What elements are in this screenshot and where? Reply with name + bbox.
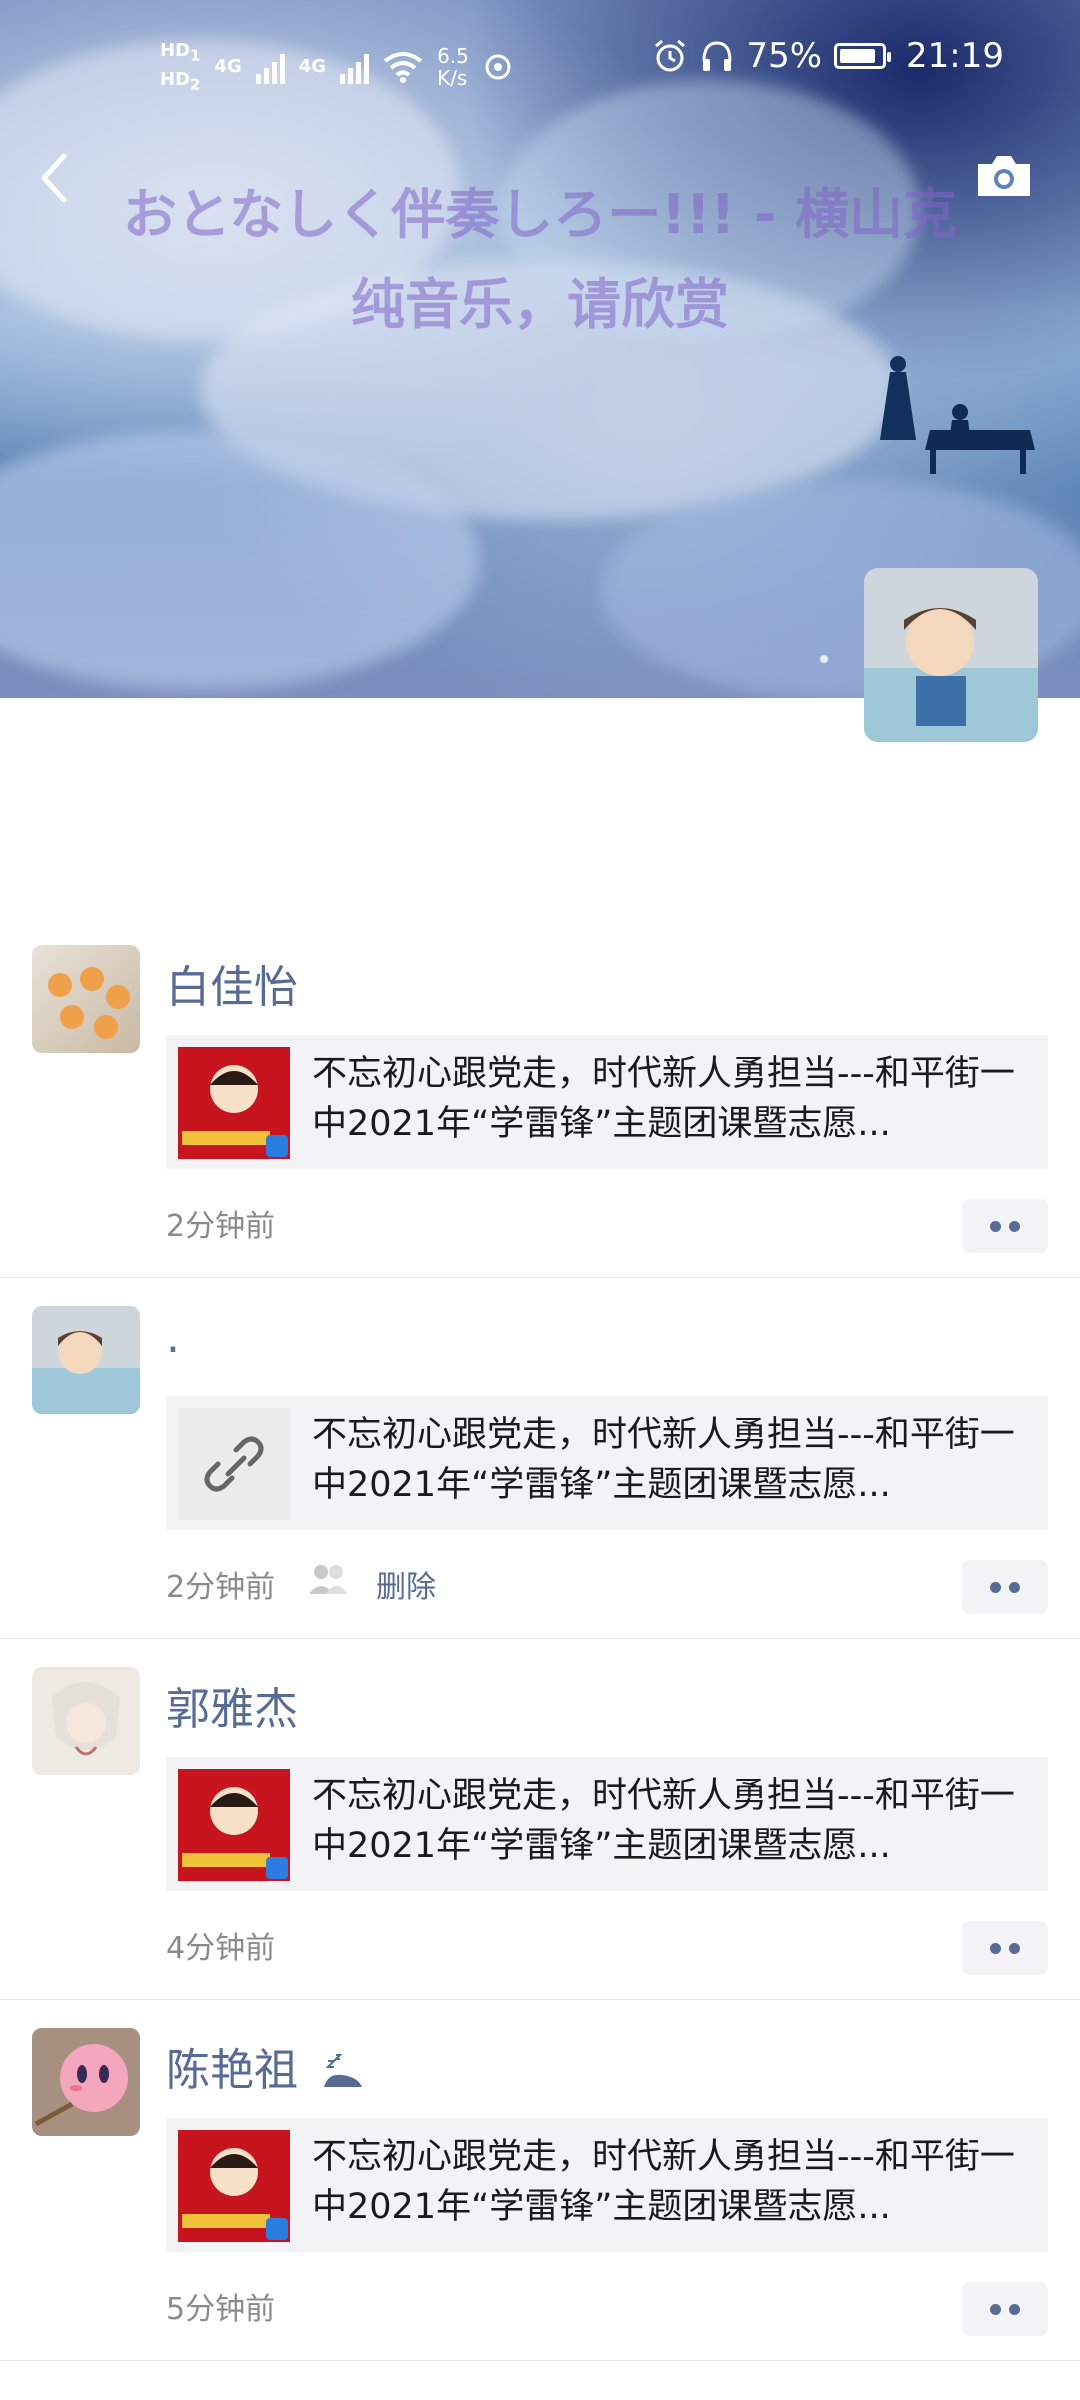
network-type-1: 4G [214,56,242,78]
sync-icon [485,54,511,80]
alarm-icon [655,39,686,72]
link-thumbnail [178,1408,290,1520]
status-left: HD1 HD2 4G 4G 6.5 K/s [160,40,513,93]
moments-feed: 白佳怡 不忘初心跟党走，时代新人勇担当---和平街一中2021年“学雷锋”主题团… [0,917,1080,2361]
post-author-name-text: 陈艳祖 [166,2045,298,2096]
violinist-silhouette [880,356,916,440]
network-type-2: 4G [298,56,327,78]
more-dots-icon[interactable] [962,1921,1048,1975]
shared-link-thumbnail [178,1769,290,1881]
thumbnail-art [178,1047,290,1159]
shared-link-card[interactable]: 不忘初心跟党走，时代新人勇担当---和平街一中2021年“学雷锋”主题团课暨志愿… [166,1035,1048,1169]
thumbnail-art [178,1769,290,1881]
post-time: 4分钟前 [166,1931,276,1966]
battery-icon [834,43,892,69]
post-time: 2分钟前 [166,1570,276,1605]
shared-link-thumbnail [178,1047,290,1159]
post-time: 5分钟前 [166,2292,276,2327]
page-indicator-dot [820,655,828,663]
more-dots-icon[interactable] [962,1560,1048,1614]
avatar[interactable] [32,1667,140,1775]
net-speed-value: 6.5 [437,43,469,68]
hd2-label: HD [160,68,191,90]
post-author-name[interactable]: 郭雅杰 [166,1673,298,1737]
hd2-sub: 2 [190,75,201,94]
sleep-icon [324,2054,362,2087]
song-subtitle: 纯音乐，请欣赏 [351,273,729,336]
status-right: 75% 21:19 [652,36,1004,76]
profile-avatar[interactable] [864,568,1038,742]
shared-link-title: 不忘初心跟党走，时代新人勇担当---和平街一中2021年“学雷锋”主题团课暨志愿… [312,2137,1015,2227]
more-dots-icon[interactable] [962,1199,1048,1253]
moment-post: 郭雅杰 不忘初心跟党走，时代新人勇担当---和平街一中2021年“学雷锋”主题团… [0,1639,1080,2000]
signal-2-icon [340,50,370,84]
more-dots-icon[interactable] [962,2282,1048,2336]
moment-post: 陈艳祖 不忘初心跟党走，时代新人勇担当---和平街一中2021年“学雷锋”主题团… [0,2000,1080,2361]
hd-indicators: HD1 HD2 [160,40,200,93]
net-speed-unit: K/s [437,65,468,90]
shared-link-title: 不忘初心跟党走，时代新人勇担当---和平街一中2021年“学雷锋”主题团课暨志愿… [312,1415,1015,1505]
shared-link-thumbnail [178,2130,290,2242]
shared-link-card[interactable]: 不忘初心跟党走，时代新人勇担当---和平街一中2021年“学雷锋”主题团课暨志愿… [166,1757,1048,1891]
link-icon [204,1436,264,1492]
avatar-image [32,2028,140,2136]
status-bar: HD1 HD2 4G 4G 6.5 K/s 75% 21:19 [0,36,1080,96]
thumbnail-art [178,2130,290,2242]
post-author-name[interactable]: 白佳怡 [166,951,298,1015]
post-author-name[interactable]: 陈艳祖 [166,2034,366,2098]
shared-link-title: 不忘初心跟党走，时代新人勇担当---和平街一中2021年“学雷锋”主题团课暨志愿… [312,1776,1015,1866]
avatar-image [32,1667,140,1775]
shared-link-card[interactable]: 不忘初心跟党走，时代新人勇担当---和平街一中2021年“学雷锋”主题团课暨志愿… [166,1396,1048,1530]
shared-link-card[interactable]: 不忘初心跟党走，时代新人勇担当---和平街一中2021年“学雷锋”主题团课暨志愿… [166,2118,1048,2252]
profile-avatar-art [864,568,1038,742]
moment-post: 白佳怡 不忘初心跟党走，时代新人勇担当---和平街一中2021年“学雷锋”主题团… [0,917,1080,1278]
avatar[interactable] [32,2028,140,2136]
hd1-sub: 1 [190,46,201,65]
privacy-icon[interactable] [306,1562,350,1596]
avatar[interactable] [32,1306,140,1414]
clock-time: 21:19 [906,36,1004,76]
shared-link-title: 不忘初心跟党走，时代新人勇担当---和平街一中2021年“学雷锋”主题团课暨志愿… [312,1054,1015,1144]
song-title[interactable]: おとなしく伴奏しろー!!! - 横山克 [0,170,1080,249]
post-time: 2分钟前 [166,1209,276,1244]
delete-link[interactable]: 删除 [376,1562,436,1606]
moment-post: . 不忘初心跟党走，时代新人勇担当---和平街一中2021年“学雷锋”主题团课暨… [0,1278,1080,1639]
battery-percent: 75% [746,36,823,76]
net-speed: 6.5 K/s [437,45,469,89]
wifi-icon [383,51,423,83]
signal-1-icon [255,50,285,84]
avatar[interactable] [32,945,140,1053]
post-author-name[interactable]: . [166,1312,180,1363]
hd1-label: HD [160,40,191,61]
avatar-image [32,1306,140,1414]
headphones-icon [702,41,732,71]
avatar-image [48,967,130,1039]
